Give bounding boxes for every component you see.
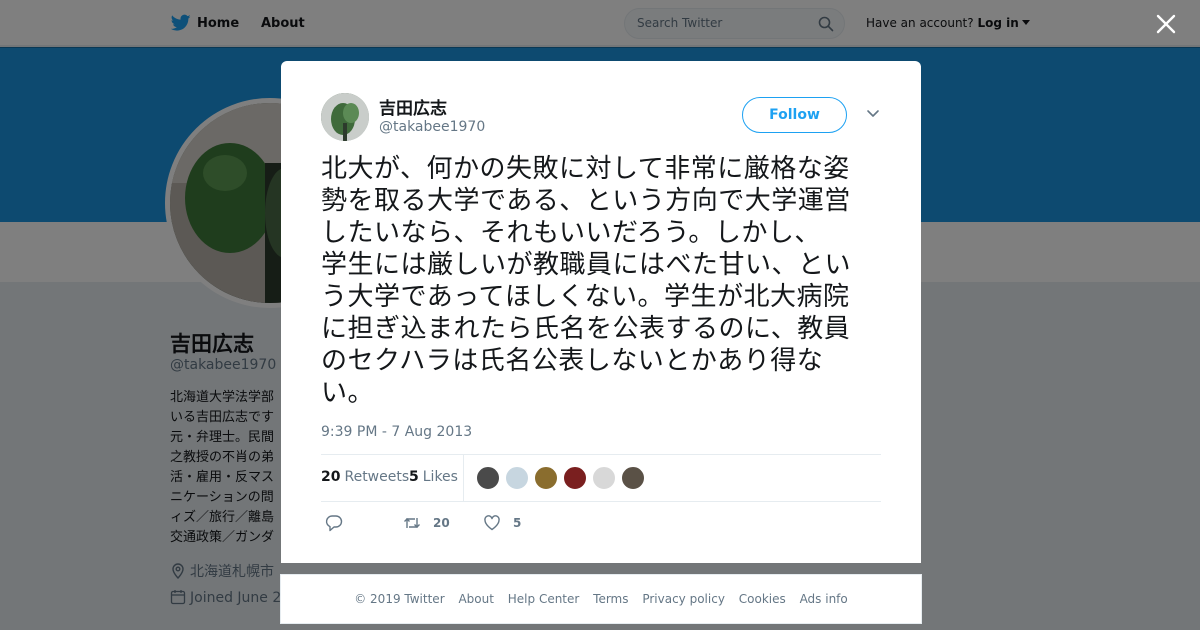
retweet-button[interactable]: 20 <box>403 513 450 533</box>
footer-copyright: © 2019 Twitter <box>354 592 445 606</box>
tweet-text-line: のセクハラは氏名公表しないとかあり得な <box>321 346 824 376</box>
retweet-count: 20 <box>433 516 450 530</box>
close-icon[interactable] <box>1156 14 1176 34</box>
liker-avatar[interactable] <box>505 466 529 490</box>
follow-button[interactable]: Follow <box>742 97 847 133</box>
likes-label: Likes <box>422 469 458 485</box>
tweet-text-line: 学生には厳しいが教職員にはべた甘い、とい <box>321 250 852 280</box>
footer-about-link[interactable]: About <box>458 592 493 606</box>
reply-icon <box>325 515 343 532</box>
liker-avatar[interactable] <box>476 466 500 490</box>
reply-button[interactable] <box>325 513 355 533</box>
chevron-down-icon[interactable] <box>866 109 880 119</box>
tweet-stats: 20 Retweets 5 Likes <box>321 454 881 502</box>
footer-privacy-link[interactable]: Privacy policy <box>642 592 725 606</box>
tweet-text-line: 勢を取る大学である、という方向で大学運営 <box>321 186 851 216</box>
liker-avatar[interactable] <box>621 466 645 490</box>
tweet-actions: 20 5 <box>321 511 881 535</box>
tweet-author-name[interactable]: 吉田広志 <box>379 94 447 119</box>
like-count: 5 <box>513 516 522 530</box>
liker-avatar[interactable] <box>563 466 587 490</box>
footer-terms-link[interactable]: Terms <box>593 592 628 606</box>
footer: © 2019 Twitter About Help Center Terms P… <box>280 574 922 624</box>
tweet-text-line: したいなら、それもいいだろう。しかし、 <box>321 218 821 248</box>
tweet-text-line: 北大が、何かの失敗に対して非常に厳格な姿 <box>321 154 850 184</box>
tweet-text-line: い。 <box>321 378 375 408</box>
tweet-text-line: う大学であってほしくない。学生が北大病院 <box>321 282 850 312</box>
tweet-timestamp[interactable]: 9:39 PM - 7 Aug 2013 <box>321 424 472 440</box>
stats-divider <box>463 455 464 502</box>
tweet-text: 北大が、何かの失敗に対して非常に厳格な姿 勢を取る大学である、という方向で大学運… <box>321 153 881 409</box>
footer-ads-link[interactable]: Ads info <box>800 592 848 606</box>
heart-icon <box>484 515 500 531</box>
tweet-text-line: に担ぎ込まれたら氏名を公表するのに、教員 <box>321 314 851 344</box>
retweet-icon <box>404 518 420 528</box>
retweets-stat[interactable]: 20 Retweets <box>321 469 409 485</box>
retweets-label: Retweets <box>344 469 410 485</box>
footer-help-link[interactable]: Help Center <box>508 592 580 606</box>
author-avatar-image <box>321 93 369 141</box>
tweet-modal: 吉田広志 @takabee1970 Follow 北大が、何かの失敗に対して非常… <box>281 61 921 563</box>
liker-avatar[interactable] <box>592 466 616 490</box>
liker-avatar[interactable] <box>534 466 558 490</box>
retweets-count: 20 <box>321 469 341 485</box>
likes-count: 5 <box>409 469 419 485</box>
tweet-author-avatar[interactable] <box>321 93 369 141</box>
likes-stat[interactable]: 5 Likes <box>409 469 458 485</box>
tweet-author-handle[interactable]: @takabee1970 <box>379 119 485 135</box>
footer-cookies-link[interactable]: Cookies <box>739 592 786 606</box>
like-button[interactable]: 5 <box>483 513 521 533</box>
